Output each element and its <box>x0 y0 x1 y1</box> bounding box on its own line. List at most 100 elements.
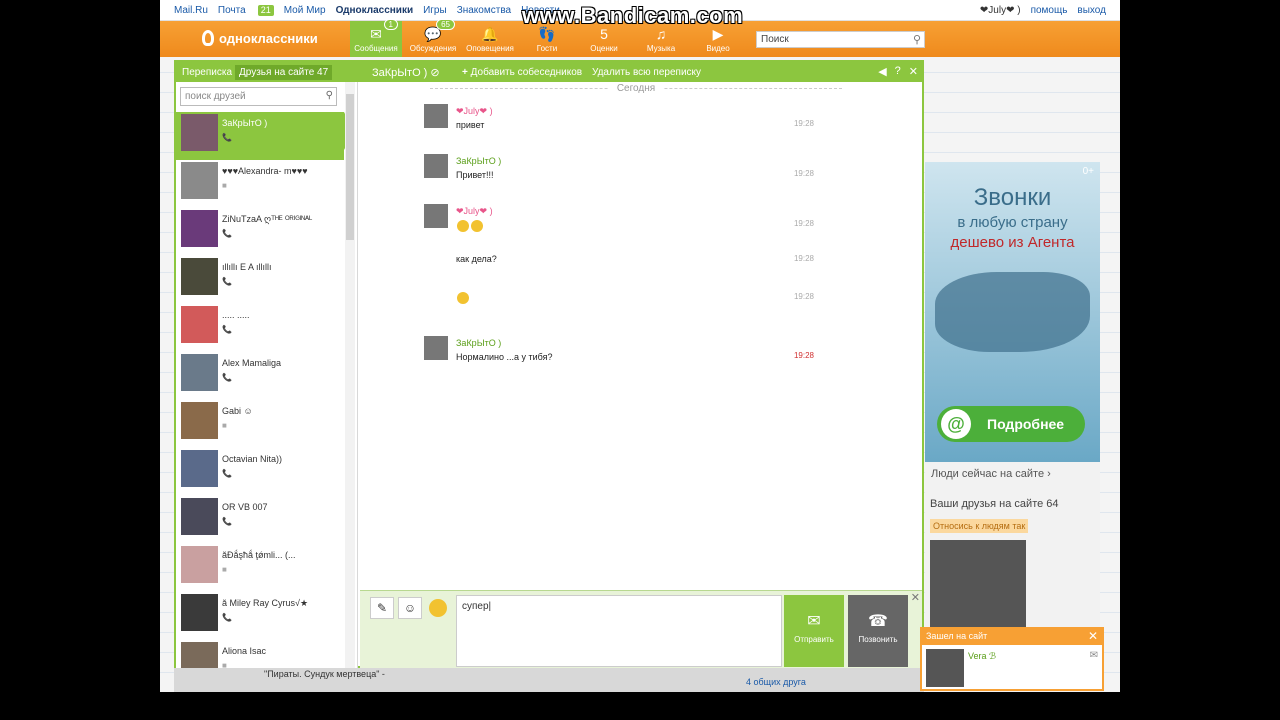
help-link[interactable]: помощь <box>1031 5 1068 16</box>
world-map-image <box>935 272 1090 352</box>
topbar-link[interactable]: Одноклассники <box>336 5 414 16</box>
call-button[interactable]: ☎ Позвонить <box>848 595 908 667</box>
avatar[interactable] <box>424 104 448 128</box>
nav-item-label: Видео <box>706 44 730 53</box>
people-online-link[interactable]: Люди сейчас на сайте › <box>931 468 1051 480</box>
ad-banner[interactable]: 0+ Звонки в любую страну дешево из Агент… <box>925 162 1100 462</box>
chat-message: ЗаКрЫтО ) Нормалино ...а у тибя? 19:28 <box>424 336 814 372</box>
message-author[interactable]: ЗаКрЫтО ) <box>456 156 501 166</box>
chat-message: ЗаКрЫтО ) Привет!!! 19:28 <box>424 154 814 190</box>
notification-user-name[interactable]: Vera ℬ <box>968 651 996 662</box>
search-icon[interactable]: ⚲ <box>326 90 333 101</box>
friend-status-icon: ■ <box>222 565 227 574</box>
chat-title-text: ЗаКрЫтО ) <box>372 67 428 79</box>
nav-count-badge: 1 <box>383 19 398 30</box>
mail-icon[interactable]: ✉ <box>1090 650 1098 661</box>
avatar <box>181 162 218 199</box>
sound-icon[interactable]: ◀ <box>878 65 886 78</box>
avatar[interactable] <box>424 154 448 178</box>
friend-search-placeholder: поиск друзей <box>185 91 246 102</box>
avatar <box>181 258 218 295</box>
sticker-icon[interactable]: ☺ <box>398 597 422 619</box>
friend-photo[interactable] <box>930 540 1026 630</box>
send-label: Отправить <box>794 635 834 644</box>
message-text: Привет!!! <box>456 170 494 180</box>
friend-name: Aliona Isac <box>222 646 267 656</box>
friend-list-item[interactable]: ЗаКрЫтО ) 📞 <box>176 112 354 160</box>
topbar-link[interactable]: Мой Мир <box>284 5 326 16</box>
search-icon[interactable]: ⚲ <box>913 33 921 46</box>
notification-header: Зашел на сайт ✕ <box>922 629 1102 645</box>
friend-status-icon: 📞 <box>222 613 232 622</box>
friend-search-input[interactable]: поиск друзей ⚲ <box>180 87 337 106</box>
message-time: 19:28 <box>793 119 814 128</box>
date-separator: Сегодня <box>430 83 842 101</box>
avatar[interactable] <box>926 649 964 687</box>
game-text[interactable]: "Пираты. Сундук мертвеца" - <box>264 669 385 679</box>
friend-status-icon: ■ <box>222 421 227 430</box>
close-icon[interactable]: ✕ <box>911 591 920 604</box>
bottom-feed-strip: "Пираты. Сундук мертвеца" - 4 общих друг… <box>174 668 924 692</box>
topbar-link[interactable]: Почта <box>218 5 246 16</box>
close-icon[interactable]: ✕ <box>1088 629 1098 643</box>
friend-list-item[interactable]: ăĐắşħắ ţǿmli... (... ■ <box>176 544 344 592</box>
avatar[interactable] <box>424 336 448 360</box>
friend-list-item[interactable]: Alex Mamaliga 📞 <box>176 352 344 400</box>
friend-name: ..... ..... <box>222 310 250 320</box>
exit-link[interactable]: выход <box>1077 5 1106 16</box>
nav-item[interactable]: 🔔 Оповещения <box>464 21 516 57</box>
nav-item-label: Гости <box>536 44 558 53</box>
tab-conversations[interactable]: Переписка <box>182 67 232 78</box>
send-button[interactable]: ✉ Отправить <box>784 595 844 667</box>
friends-online-heading[interactable]: Ваши друзья на сайте 64 <box>930 498 1059 510</box>
friend-list-item[interactable]: ıllıllı E A ıllıllı 📞 <box>176 256 344 304</box>
topbar-link[interactable]: Знакомства <box>457 5 511 16</box>
common-friends-link[interactable]: 4 общих друга <box>746 677 806 687</box>
call-label: Позвонить <box>858 635 898 644</box>
nav-item[interactable]: 💬 Обсуждения 65 <box>407 19 459 57</box>
friend-list-item[interactable]: Gabi ☺ ■ <box>176 400 344 448</box>
friend-list-item[interactable]: ZiNuTzaA ღᵀᴴᴱ ᴼᴿᴵᴳᴵᴺᴬᴸ 📞 <box>176 208 344 256</box>
topbar-link[interactable]: Mail.Ru <box>174 5 208 16</box>
block-icon[interactable]: ⊘ <box>430 67 439 79</box>
message-author[interactable]: ❤July❤ ) <box>456 106 493 117</box>
friend-name: ZiNuTzaA ღᵀᴴᴱ ᴼᴿᴵᴳᴵᴺᴬᴸ <box>222 214 313 224</box>
user-name[interactable]: ❤July❤ ) <box>980 5 1021 16</box>
smiley-icon[interactable] <box>426 597 450 619</box>
avatar[interactable] <box>424 204 448 228</box>
chat-title: ЗаКрЫтО ) ⊘ <box>372 66 440 79</box>
add-participants-button[interactable]: + Добавить собеседников <box>462 67 582 78</box>
message-author[interactable]: ❤July❤ ) <box>456 206 493 217</box>
status-banner: Относись к людям так <box>930 519 1029 533</box>
friend-list-item[interactable]: ..... ..... 📞 <box>176 304 344 352</box>
message-time: 19:28 <box>793 169 814 178</box>
friend-list-item[interactable]: OR VB 007 📞 <box>176 496 344 544</box>
tab-friends-online[interactable]: Друзья на сайте 47 <box>235 65 333 80</box>
friend-name: OR VB 007 <box>222 502 268 512</box>
help-icon[interactable]: ? <box>895 65 901 78</box>
scrollbar-thumb[interactable] <box>346 94 354 240</box>
friend-list-scrollbar[interactable] <box>345 82 355 668</box>
ok-logo[interactable]: одноклассники <box>202 30 318 46</box>
messenger-header: Переписка Друзья на сайте 47 ЗаКрЫтО ) ⊘… <box>176 62 922 82</box>
nav-item-icon: 🔔 <box>481 26 499 42</box>
notification-title: Зашел на сайт <box>926 631 988 641</box>
messenger-window: Переписка Друзья на сайте 47 ЗаКрЫтО ) ⊘… <box>174 60 924 679</box>
close-icon[interactable]: ✕ <box>909 65 918 78</box>
message-author[interactable]: ЗаКрЫтО ) <box>456 338 501 348</box>
ad-more-button[interactable]: @ Подробнее <box>937 406 1085 442</box>
nav-item-label: Оповещения <box>466 44 514 53</box>
ok-logo-icon <box>202 30 214 46</box>
avatar <box>181 402 218 439</box>
friend-name: ЗаКрЫтО ) <box>222 118 268 128</box>
friend-list-item[interactable]: ♥♥♥Alexandra- m♥♥♥ ■ <box>176 160 344 208</box>
friend-list-item[interactable]: Octavian Nita)) 📞 <box>176 448 344 496</box>
delete-conversation-button[interactable]: Удалить всю переписку <box>592 67 701 78</box>
recorder-watermark: www.Bandicam.com <box>522 3 744 28</box>
site-search-input[interactable]: Поиск ⚲ <box>756 31 925 48</box>
nav-item[interactable]: ✉ Сообщения 1 <box>350 19 402 57</box>
friend-list-item[interactable]: ă Miley Ray Cyrus√★ 📞 <box>176 592 344 640</box>
message-textarea[interactable]: супер| <box>456 595 782 667</box>
pencil-icon[interactable]: ✎ <box>370 597 394 619</box>
topbar-link[interactable]: Игры <box>423 5 447 16</box>
